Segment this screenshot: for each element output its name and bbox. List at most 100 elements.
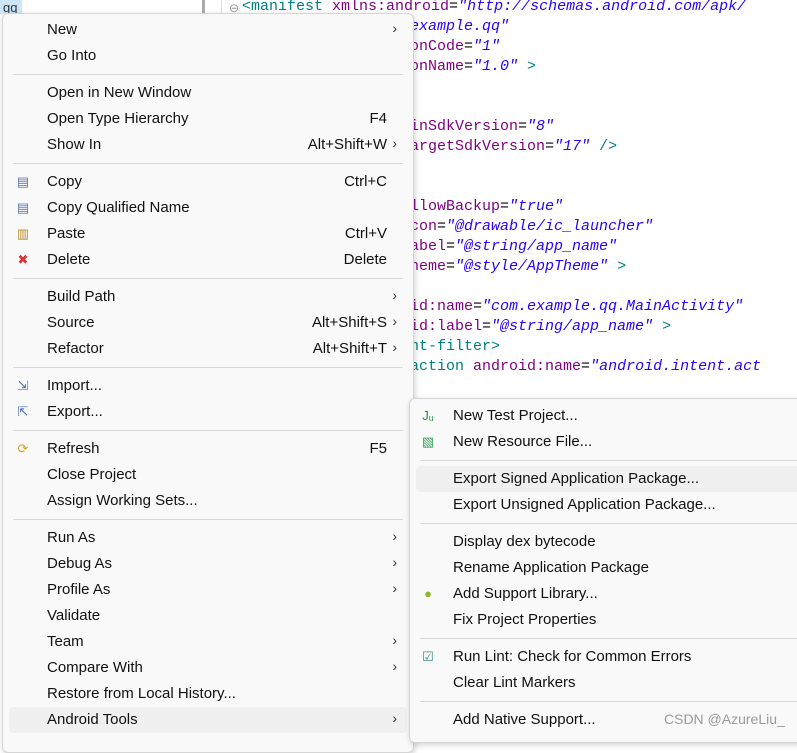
menu-item-label: Rename Application Package — [453, 559, 649, 576]
menu-item-run-as[interactable]: Run As › — [9, 525, 407, 551]
menu-item-close-project[interactable]: Close Project — [9, 462, 407, 488]
code-line: id:label="@string/app_name" > — [410, 317, 671, 337]
menu-item-label: New — [47, 21, 78, 38]
junit-icon: Jᵤ — [422, 408, 434, 423]
code-token: "17" — [554, 138, 591, 155]
code-token: = — [446, 238, 456, 255]
import-icon: ⇲ — [17, 378, 29, 393]
menu-item-validate[interactable]: Validate — [9, 603, 407, 629]
menu-item-refresh[interactable]: ⟳ Refresh F5 — [9, 436, 407, 462]
code-line: llowBackup="true" — [410, 197, 563, 217]
code-token: "http://schemas.android.com/apk/ — [458, 0, 747, 15]
menu-item-label: Open in New Window — [47, 84, 192, 101]
menu-item-label: Debug As — [47, 555, 113, 572]
menu-item-refactor[interactable]: Refactor Alt+Shift+T › — [9, 336, 407, 362]
menu-item-run-lint-check-for-common-errors[interactable]: ☑ Run Lint: Check for Common Errors — [416, 644, 797, 670]
code-token: = — [449, 0, 459, 15]
menu-item-open-in-new-window[interactable]: Open in New Window — [9, 80, 407, 106]
tree-item-project[interactable]: qq — [0, 0, 22, 15]
menu-item-label: New Resource File... — [453, 433, 593, 450]
menu-item-label: Export Unsigned Application Package... — [453, 496, 716, 513]
code-token: = — [545, 138, 555, 155]
code-line: example.qq" — [410, 17, 509, 37]
menu-item-go-into[interactable]: Go Into — [9, 43, 407, 69]
menu-item-label: Export Signed Application Package... — [453, 470, 699, 487]
chevron-right-icon: › — [392, 313, 397, 329]
menu-item-clear-lint-markers[interactable]: Clear Lint Markers — [416, 670, 797, 696]
chevron-right-icon: › — [392, 135, 397, 151]
code-token: "android.intent.act — [590, 358, 762, 375]
menu-item-rename-application-package[interactable]: Rename Application Package — [416, 555, 797, 581]
menu-item-export-unsigned-application-package[interactable]: Export Unsigned Application Package... — [416, 492, 797, 518]
menu-item-android-tools[interactable]: Android Tools › — [9, 707, 407, 733]
menu-separator — [13, 519, 403, 520]
menu-item-label: Run Lint: Check for Common Errors — [453, 648, 692, 665]
chevron-right-icon: › — [392, 658, 397, 674]
menu-item-assign-working-sets[interactable]: Assign Working Sets... — [9, 488, 407, 514]
chevron-right-icon: › — [392, 710, 397, 726]
shortcut-label: Alt+Shift+T — [312, 340, 387, 357]
code-token: "1.0" — [473, 58, 519, 75]
menu-item-label: Android Tools — [47, 711, 138, 728]
android-icon: ● — [424, 586, 432, 601]
context-menu: New › Go Into Open in New Window Open Type H… — [2, 13, 414, 753]
menu-item-label: Show In — [47, 136, 102, 153]
menu-item-source[interactable]: Source Alt+Shift+S › — [9, 310, 407, 336]
code-token: android:name — [473, 358, 582, 375]
menu-item-paste[interactable]: ▥ Paste Ctrl+V — [9, 221, 407, 247]
menu-separator — [13, 74, 403, 75]
chevron-right-icon: › — [392, 580, 397, 596]
new-resource-file-icon: ▧ — [421, 434, 435, 449]
menu-separator — [420, 460, 797, 461]
menu-item-label: Paste — [47, 225, 86, 242]
menu-item-copy[interactable]: ▤ Copy Ctrl+C — [9, 169, 407, 195]
chevron-right-icon: › — [392, 528, 397, 544]
menu-item-copy-qualified-name[interactable]: ▤ Copy Qualified Name — [9, 195, 407, 221]
menu-item-label: Validate — [47, 607, 101, 624]
code-token: "8" — [527, 118, 555, 135]
code-token: "@string/app_name" — [491, 318, 654, 335]
menu-item-delete[interactable]: ✖ Delete Delete — [9, 247, 407, 273]
menu-item-display-dex-bytecode[interactable]: Display dex bytecode — [416, 529, 797, 555]
code-line: action android:name="android.intent.act — [410, 357, 761, 377]
menu-item-profile-as[interactable]: Profile As › — [9, 577, 407, 603]
scrollbar[interactable] — [202, 0, 205, 14]
menu-item-label: Clear Lint Markers — [453, 674, 576, 691]
chevron-right-icon: › — [392, 632, 397, 648]
menu-item-open-type-hierarchy[interactable]: Open Type Hierarchy F4 — [9, 106, 407, 132]
menu-separator — [13, 278, 403, 279]
menu-item-new[interactable]: New › — [9, 17, 407, 43]
chevron-right-icon: › — [392, 554, 397, 570]
code-token: /> — [590, 138, 618, 155]
menu-item-export[interactable]: ⇱ Export... — [9, 399, 407, 425]
menu-item-team[interactable]: Team › — [9, 629, 407, 655]
menu-item-show-in[interactable]: Show In Alt+Shift+W › — [9, 132, 407, 158]
code-token: = — [473, 298, 483, 315]
menu-item-import[interactable]: ⇲ Import... — [9, 373, 407, 399]
code-token: action — [410, 358, 474, 375]
menu-item-compare-with[interactable]: Compare With › — [9, 655, 407, 681]
menu-separator — [420, 638, 797, 639]
paste-icon: ▥ — [16, 226, 30, 241]
menu-item-build-path[interactable]: Build Path › — [9, 284, 407, 310]
menu-item-fix-project-properties[interactable]: Fix Project Properties — [416, 607, 797, 633]
export-icon: ⇱ — [17, 404, 29, 419]
menu-item-label: Source — [47, 314, 95, 331]
android-tools-submenu: Jᵤ New Test Project... ▧ New Resource File.… — [409, 398, 797, 743]
menu-item-debug-as[interactable]: Debug As › — [9, 551, 407, 577]
menu-item-label: New Test Project... — [453, 407, 578, 424]
code-token: "com.example.qq.MainActivity" — [482, 298, 744, 315]
code-line: inSdkVersion="8" — [410, 117, 554, 137]
menu-item-label: Open Type Hierarchy — [47, 110, 189, 127]
menu-item-new-resource-file[interactable]: ▧ New Resource File... — [416, 429, 797, 455]
menu-item-label: Export... — [47, 403, 103, 420]
menu-item-label: Build Path — [47, 288, 116, 305]
code-token: inSdkVersion — [410, 118, 519, 135]
code-token: > — [608, 258, 627, 275]
menu-item-add-support-library[interactable]: ● Add Support Library... — [416, 581, 797, 607]
copy-icon: ▤ — [16, 174, 30, 189]
menu-item-export-signed-application-package[interactable]: Export Signed Application Package... — [416, 466, 797, 492]
code-line: con="@drawable/ic_launcher" — [410, 217, 653, 237]
menu-item-new-test-project[interactable]: Jᵤ New Test Project... — [416, 403, 797, 429]
menu-item-restore-from-local-history[interactable]: Restore from Local History... — [9, 681, 407, 707]
